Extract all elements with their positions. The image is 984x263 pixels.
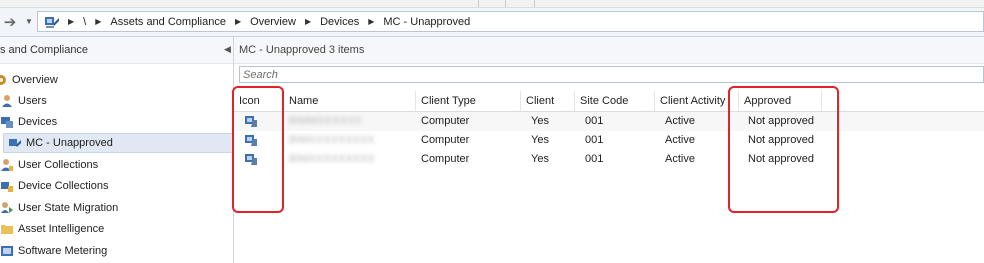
user-state-migration-icon bbox=[1, 202, 13, 213]
table-row[interactable]: BIMXXXXXXXXX Computer Yes 001 Active Not… bbox=[234, 150, 984, 169]
table-row[interactable]: BIMMXXXXXX Computer Yes 001 Active Not a… bbox=[234, 112, 984, 131]
devices-icon bbox=[1, 117, 13, 128]
nav-item-devices[interactable]: Devices bbox=[0, 112, 57, 132]
forward-arrow-icon[interactable]: ➔ bbox=[0, 11, 20, 32]
navigation-pane: s and Compliance ◀ Overview Users Device… bbox=[0, 37, 234, 263]
device-collection-icon bbox=[9, 139, 21, 147]
device-name: BIMMXXXXXX bbox=[289, 115, 362, 127]
site-code: 001 bbox=[585, 115, 604, 127]
top-menu-strip bbox=[0, 0, 984, 8]
nav-item-label: User Collections bbox=[18, 159, 99, 171]
nav-item-label: User State Migration bbox=[18, 202, 119, 214]
breadcrumb-overview[interactable]: Overview bbox=[250, 16, 296, 28]
breadcrumb-mc-unapproved[interactable]: MC - Unapproved bbox=[383, 16, 470, 28]
nav-item-software-metering[interactable]: Software Metering bbox=[0, 241, 107, 261]
nav-item-label: Device Collections bbox=[18, 180, 109, 192]
client-activity: Active bbox=[665, 115, 695, 127]
breadcrumb[interactable]: ▶ \ ▶ Assets and Compliance ▶ Overview ▶… bbox=[37, 11, 984, 32]
device-name: BIMXXXXXXXXX bbox=[289, 153, 375, 165]
column-header-name[interactable]: Name bbox=[284, 91, 416, 111]
column-header-site-code[interactable]: Site Code bbox=[575, 91, 655, 111]
address-bar: ➔ ▼ ▶ \ ▶ Assets and Compliance ▶ Overvi… bbox=[0, 8, 984, 37]
icon-column-callout bbox=[232, 86, 284, 213]
breadcrumb-assets-and-compliance[interactable]: Assets and Compliance bbox=[110, 16, 226, 28]
overview-icon bbox=[0, 75, 6, 85]
breadcrumb-separator-icon: ▶ bbox=[234, 17, 242, 26]
nav-item-user-state-migration[interactable]: User State Migration bbox=[0, 198, 118, 218]
nav-item-label: Users bbox=[18, 95, 47, 107]
client-type: Computer bbox=[421, 153, 470, 165]
nav-item-label: Devices bbox=[18, 116, 58, 128]
column-header-client-activity[interactable]: Client Activity bbox=[655, 91, 739, 111]
client-activity: Active bbox=[665, 134, 695, 146]
breadcrumb-separator-icon: ▶ bbox=[368, 17, 375, 26]
nav-item-device-collections[interactable]: Device Collections bbox=[0, 176, 108, 196]
site-code: 001 bbox=[585, 153, 604, 165]
nav-item-users[interactable]: Users bbox=[0, 91, 47, 111]
client-type: Computer bbox=[421, 115, 470, 127]
client: Yes bbox=[531, 134, 549, 146]
nav-item-label: Overview bbox=[12, 74, 58, 86]
search-input[interactable]: Search bbox=[239, 66, 984, 83]
device-collections-icon bbox=[1, 182, 13, 192]
software-metering-icon bbox=[1, 246, 13, 256]
results-header: MC - Unapproved 3 items bbox=[234, 37, 984, 64]
device-name: BIMXXXXXXXXX bbox=[289, 134, 375, 146]
nav-item-label: Asset Intelligence bbox=[18, 223, 105, 235]
console-icon bbox=[45, 16, 59, 28]
navigation-header: s and Compliance ◀ bbox=[0, 37, 233, 64]
table-header: Icon Name Client Type Client Site Code C… bbox=[234, 91, 984, 112]
users-icon bbox=[2, 95, 12, 107]
history-dropdown-icon[interactable]: ▼ bbox=[23, 11, 35, 32]
client: Yes bbox=[531, 115, 549, 127]
navigation-header-title: s and Compliance bbox=[0, 44, 89, 56]
breadcrumb-devices[interactable]: Devices bbox=[320, 16, 359, 28]
nav-item-overview[interactable]: Overview bbox=[0, 70, 58, 90]
results-pane: MC - Unapproved 3 items Search Icon Name… bbox=[232, 37, 984, 263]
nav-item-asset-intelligence[interactable]: Asset Intelligence bbox=[0, 219, 104, 239]
column-header-client[interactable]: Client bbox=[521, 91, 575, 111]
table-row[interactable]: BIMXXXXXXXXX Computer Yes 001 Active Not… bbox=[234, 131, 984, 150]
nav-item-label: MC - Unapproved bbox=[26, 137, 113, 149]
nav-item-label: Software Metering bbox=[18, 245, 108, 257]
client: Yes bbox=[531, 153, 549, 165]
nav-item-user-collections[interactable]: User Collections bbox=[0, 155, 98, 175]
user-collections-icon bbox=[1, 159, 13, 171]
column-header-client-type[interactable]: Client Type bbox=[416, 91, 521, 111]
menu-divider bbox=[534, 0, 535, 7]
site-code: 001 bbox=[585, 134, 604, 146]
breadcrumb-separator-icon: ▶ bbox=[68, 17, 75, 26]
approved-column-callout bbox=[728, 86, 839, 213]
collapse-pane-icon[interactable]: ◀ bbox=[224, 44, 231, 55]
client-type: Computer bbox=[421, 134, 470, 146]
menu-divider bbox=[478, 0, 479, 7]
menu-divider bbox=[505, 0, 506, 7]
breadcrumb-separator-icon: ▶ bbox=[304, 17, 312, 26]
breadcrumb-root[interactable]: \ bbox=[83, 16, 86, 28]
breadcrumb-separator-icon: ▶ bbox=[95, 17, 102, 26]
results-title: MC - Unapproved 3 items bbox=[239, 44, 365, 56]
nav-item-mc-unapproved[interactable]: MC - Unapproved bbox=[3, 133, 233, 153]
client-activity: Active bbox=[665, 153, 695, 165]
folder-icon bbox=[1, 225, 13, 234]
